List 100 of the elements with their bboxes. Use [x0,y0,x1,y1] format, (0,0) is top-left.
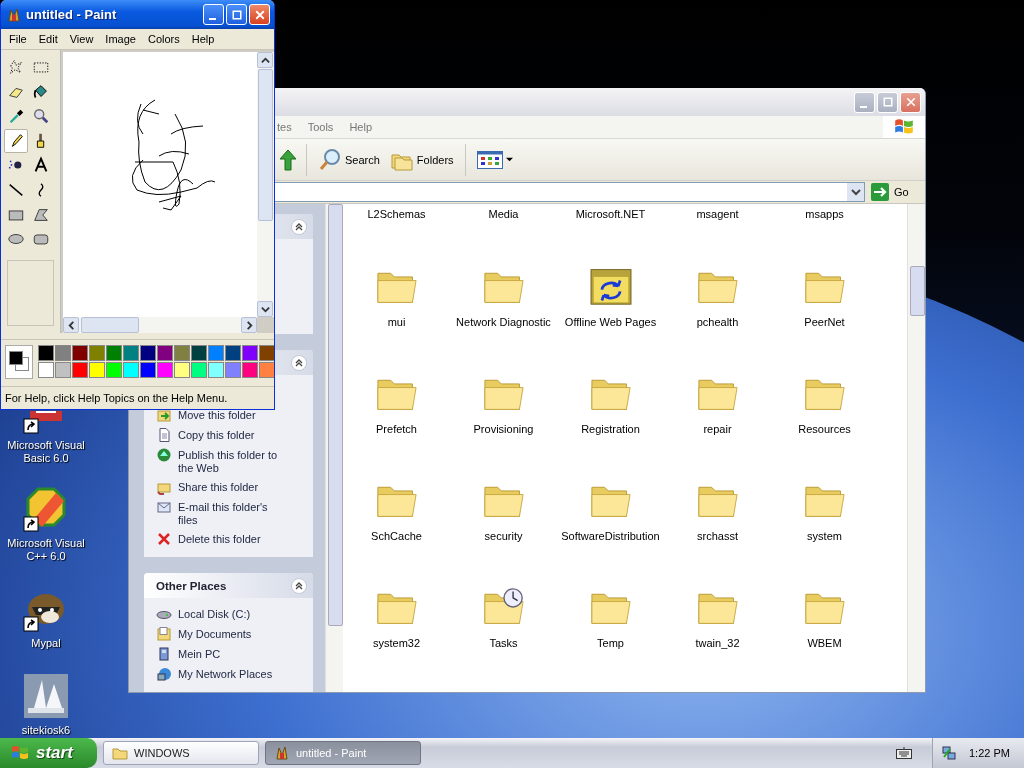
current-colors-icon[interactable] [5,345,33,379]
menu-item[interactable]: Help [349,121,372,133]
task-link[interactable]: Local Disk (C:) [178,606,288,621]
color-swatch[interactable] [55,362,71,378]
color-swatch[interactable] [140,345,156,361]
close-button[interactable] [249,4,270,25]
folder-label[interactable]: Temp [597,637,624,649]
color-swatch[interactable] [157,362,173,378]
color-swatch[interactable] [259,362,274,378]
folder-label[interactable]: Offline Web Pages [564,316,657,328]
maximize-button[interactable] [226,4,247,25]
folder-label[interactable]: twain_32 [695,637,740,649]
menu-item[interactable]: Edit [38,33,58,45]
task-link[interactable]: Copy this folder [178,427,288,442]
color-swatch[interactable] [208,362,224,378]
folder-label[interactable]: Network Diagnostic [456,316,551,328]
taskbar-button[interactable]: WINDOWS [103,741,259,765]
task-link[interactable]: Publish this folder to the Web [178,447,288,475]
folder-label[interactable]: repair [703,423,732,435]
folder-label[interactable]: L2Schemas [367,208,426,220]
folder-label[interactable]: system32 [372,637,421,649]
color-swatch[interactable] [259,345,274,361]
collapse-chevron-icon[interactable] [291,354,307,371]
color-swatch[interactable] [72,345,88,361]
folder-label[interactable]: SchCache [371,530,422,542]
folder-label[interactable]: system [807,530,842,542]
menu-item[interactable]: File [9,33,27,45]
color-swatch[interactable] [106,362,122,378]
menu-item[interactable]: View [69,33,94,45]
color-swatch[interactable] [225,345,241,361]
folder-label[interactable]: Media [488,208,519,220]
scroll-left-button[interactable] [63,317,79,333]
menu-item[interactable]: Colors [147,33,180,45]
color-swatch[interactable] [55,345,71,361]
collapse-chevron-icon[interactable] [291,218,307,235]
scrollbar[interactable] [257,52,274,317]
close-button[interactable] [900,91,921,113]
desktop-icon-label[interactable]: Microsoft Visual C++ 6.0 [1,537,91,563]
color-swatch[interactable] [225,362,241,378]
task-link[interactable]: Move this folder [178,407,288,422]
folder-label[interactable]: Resources [798,423,851,435]
color-swatch[interactable] [123,345,139,361]
folder-label[interactable]: msagent [696,208,739,220]
color-swatch[interactable] [242,362,258,378]
folder-label[interactable]: security [484,530,523,542]
color-swatch[interactable] [191,362,207,378]
menu-item[interactable]: Tools [307,121,334,133]
folder-label[interactable]: Prefetch [376,423,417,435]
folder-label[interactable]: srchasst [697,530,738,542]
color-swatch[interactable] [157,345,173,361]
color-swatch[interactable] [174,345,190,361]
color-swatch[interactable] [38,345,54,361]
scroll-down-button[interactable] [257,301,273,317]
search-button[interactable]: Search [315,142,383,177]
folder-label[interactable]: Microsoft.NET [575,208,646,220]
color-swatch[interactable] [72,362,88,378]
folder-label[interactable]: PeerNet [804,316,845,328]
color-swatch[interactable] [89,345,105,361]
task-link[interactable]: Share this folder [178,479,288,494]
desktop-icon-label[interactable]: Mypal [1,637,91,650]
task-link[interactable]: Delete this folder [178,531,288,546]
folder-label[interactable]: pchealth [696,316,739,328]
sync-folder-icon[interactable] [588,266,633,306]
task-link[interactable]: E-mail this folder's files [178,499,288,527]
scroll-right-button[interactable] [241,317,257,333]
color-swatch[interactable] [123,362,139,378]
menu-item[interactable]: Image [105,33,136,45]
desktop-icon-label[interactable]: Microsoft Visual Basic 6.0 [1,439,91,465]
menu-item[interactable]: Help [191,33,215,45]
folder-label[interactable]: mui [387,316,406,328]
folder-label[interactable]: SoftwareDistribution [561,530,660,542]
scrollbar[interactable] [907,204,925,692]
color-swatch[interactable] [38,362,54,378]
folder-label[interactable]: Registration [581,423,640,435]
color-swatch[interactable] [191,345,207,361]
clock-folder-icon[interactable] [481,587,526,627]
menu-item[interactable]: tes [277,121,292,133]
keyboard-icon[interactable] [896,747,912,759]
folder-label[interactable]: msapps [805,208,844,220]
task-link[interactable]: Mein PC [178,646,288,661]
color-swatch[interactable] [106,345,122,361]
folder-label[interactable]: Provisioning [473,423,534,435]
folders-button[interactable]: Folders [386,142,457,177]
folder-label[interactable]: WBEM [807,637,842,649]
minimize-button[interactable] [203,4,224,25]
task-link[interactable]: My Network Places [178,666,288,681]
folder-label[interactable]: Tasks [489,637,518,649]
scroll-up-button[interactable] [257,52,273,68]
collapse-chevron-icon[interactable] [291,577,307,594]
sails-icon[interactable] [22,672,70,720]
color-swatch[interactable] [89,362,105,378]
up-arrow-icon[interactable] [278,147,298,172]
color-swatch[interactable] [242,345,258,361]
color-swatch[interactable] [208,345,224,361]
color-swatch[interactable] [140,362,156,378]
desktop-icon-label[interactable]: sitekiosk6 [1,724,91,737]
task-link[interactable]: My Documents [178,626,288,641]
pencil-tool[interactable] [4,128,28,153]
scrollbar[interactable] [325,204,343,692]
color-swatch[interactable] [174,362,190,378]
